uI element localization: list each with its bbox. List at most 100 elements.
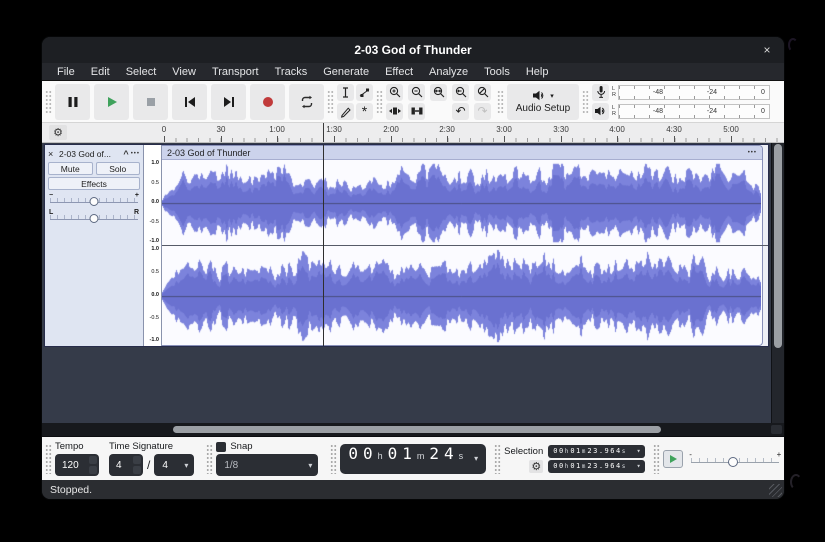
pan-slider[interactable]: L R: [48, 210, 140, 224]
zoom-selection-icon: [432, 85, 446, 99]
track-area[interactable]: × 2-03 God of... ^ ••• Mute Solo Effects…: [42, 143, 784, 423]
snap-dropdown[interactable]: 1/8 ▾: [216, 454, 318, 476]
time-signature-lower-dropdown[interactable]: 4 ▾: [154, 454, 194, 476]
zoom-in-button[interactable]: [386, 84, 403, 101]
menu-select[interactable]: Select: [119, 65, 164, 79]
playback-meter-bar[interactable]: -48 -24 0: [618, 104, 770, 119]
skip-to-end-button[interactable]: [211, 84, 246, 120]
stop-button[interactable]: [133, 84, 168, 120]
audio-setup-grip[interactable]: [497, 89, 504, 115]
audio-position-display[interactable]: 00h 01m 24s ▾: [340, 444, 486, 474]
selection-start-field[interactable]: 00h 01m 23.964s ▾: [548, 445, 645, 458]
menu-bar: File Edit Select View Transport Tracks G…: [42, 63, 784, 81]
pencil-icon: [339, 105, 352, 118]
skip-to-start-button[interactable]: [172, 84, 207, 120]
track-control-panel[interactable]: × 2-03 God of... ^ ••• Mute Solo Effects…: [45, 145, 144, 346]
trim-audio-button[interactable]: [386, 103, 403, 120]
menu-analyze[interactable]: Analyze: [422, 65, 475, 79]
solo-button[interactable]: Solo: [96, 162, 141, 175]
menu-effect[interactable]: Effect: [378, 65, 420, 79]
menu-file[interactable]: File: [50, 65, 82, 79]
menu-help[interactable]: Help: [519, 65, 556, 79]
gain-slider-thumb[interactable]: [90, 197, 99, 206]
tools-toolbar-grip[interactable]: [327, 89, 334, 115]
speed-slider-thumb[interactable]: [728, 457, 738, 467]
time-toolbar-grip[interactable]: [45, 444, 52, 474]
vertical-scrollbar[interactable]: [771, 143, 784, 423]
zoom-fit-button[interactable]: [452, 84, 469, 101]
menu-view[interactable]: View: [165, 65, 203, 79]
play-speed-slider[interactable]: - +: [689, 450, 781, 468]
tempo-field[interactable]: 120: [55, 454, 99, 476]
pause-button[interactable]: [55, 84, 90, 120]
silence-audio-button[interactable]: [408, 103, 425, 120]
envelope-tool-button[interactable]: [356, 84, 373, 101]
recording-meter[interactable]: LR -48 -24 0: [592, 84, 770, 101]
clip-title: 2-03 God of Thunder: [167, 148, 748, 158]
zoom-out-button[interactable]: [408, 84, 425, 101]
gain-slider[interactable]: − +: [48, 193, 140, 207]
undo-button[interactable]: ↶: [452, 103, 469, 120]
playback-meter[interactable]: LR -48 -24 0: [592, 103, 770, 120]
horizontal-scrollbar-thumb[interactable]: [173, 426, 661, 433]
play-at-speed-button[interactable]: [663, 450, 683, 468]
menu-tools[interactable]: Tools: [477, 65, 517, 79]
menu-tracks[interactable]: Tracks: [268, 65, 315, 79]
track-collapse-icon[interactable]: ^: [123, 149, 128, 159]
horizontal-scrollbar[interactable]: [42, 423, 784, 436]
play-speed-grip[interactable]: [653, 444, 660, 474]
snap-toolbar-grip[interactable]: [206, 444, 213, 474]
playback-channel-labels: LR: [612, 105, 616, 117]
redo-button[interactable]: ↷: [474, 103, 491, 120]
track-title[interactable]: 2-03 God of...: [59, 149, 121, 159]
waveform-canvas[interactable]: [162, 160, 761, 346]
clip-header[interactable]: 2-03 God of Thunder •••: [162, 146, 762, 160]
selection-end-field[interactable]: 00h 01m 23.964s ▾: [548, 460, 645, 473]
timeline-options-button[interactable]: ⚙: [49, 125, 67, 140]
tempo-spinner[interactable]: [89, 456, 97, 474]
vertical-scale-ruler[interactable]: 1.0 0.5 0.0 -0.5 -1.0 1.0 0.5 0.0 -0.5 -…: [144, 145, 162, 346]
menu-transport[interactable]: Transport: [205, 65, 266, 79]
chevron-down-icon[interactable]: ▾: [637, 462, 643, 470]
resize-grip[interactable]: [769, 484, 782, 497]
ruler-scale[interactable]: 0 30 1:00 1:30 2:00 2:30 3:00 3:30 4:00 …: [162, 123, 784, 142]
title-bar[interactable]: 2-03 God of Thunder ×: [42, 37, 784, 63]
zoom-selection-button[interactable]: [430, 84, 447, 101]
pan-slider-thumb[interactable]: [90, 214, 99, 223]
transport-toolbar-grip[interactable]: [45, 89, 52, 115]
audio-setup-button[interactable]: ▾ Audio Setup: [507, 84, 579, 120]
mute-button[interactable]: Mute: [48, 162, 93, 175]
loop-button[interactable]: [289, 84, 324, 120]
window-title: 2-03 God of Thunder: [354, 43, 471, 57]
multi-tool-button[interactable]: *: [356, 103, 373, 120]
zoom-toggle-button[interactable]: [474, 84, 491, 101]
play-button[interactable]: [94, 84, 129, 120]
selection-options-button[interactable]: ⚙: [529, 460, 543, 473]
edit-toolbar-grip[interactable]: [376, 89, 383, 115]
chevron-down-icon[interactable]: ▾: [474, 454, 478, 463]
time-signature-upper-field[interactable]: 4: [109, 454, 143, 476]
ruler-label: 4:30: [666, 125, 682, 134]
position-toolbar-grip[interactable]: [330, 444, 337, 474]
meter-toolbar-grip[interactable]: [582, 89, 589, 115]
menu-generate[interactable]: Generate: [316, 65, 376, 79]
track-close-icon[interactable]: ×: [48, 149, 57, 159]
time-signature-group: Time Signature 4 / 4 ▾: [109, 441, 194, 476]
effects-button[interactable]: Effects: [48, 177, 140, 190]
clip-menu-icon[interactable]: •••: [748, 150, 757, 156]
time-signature-spinner[interactable]: [133, 456, 141, 474]
microphone-icon: [592, 84, 609, 101]
vertical-scrollbar-thumb[interactable]: [774, 144, 782, 348]
menu-edit[interactable]: Edit: [84, 65, 117, 79]
window-close-button[interactable]: ×: [758, 41, 776, 59]
timeline-ruler[interactable]: ⚙ 0 30 1:00 1:30 2:00 2:30 3:00 3:30 4:0…: [42, 123, 784, 143]
record-button[interactable]: [250, 84, 285, 120]
recording-meter-bar[interactable]: -48 -24 0: [618, 85, 770, 100]
selection-tool-button[interactable]: [337, 84, 354, 101]
chevron-down-icon[interactable]: ▾: [637, 447, 643, 455]
selection-toolbar-grip[interactable]: [494, 444, 501, 474]
draw-tool-button[interactable]: [337, 103, 354, 120]
track-menu-icon[interactable]: •••: [131, 151, 140, 157]
snap-checkbox[interactable]: [216, 442, 226, 452]
track-canvas[interactable]: 2-03 God of Thunder •••: [162, 145, 768, 346]
